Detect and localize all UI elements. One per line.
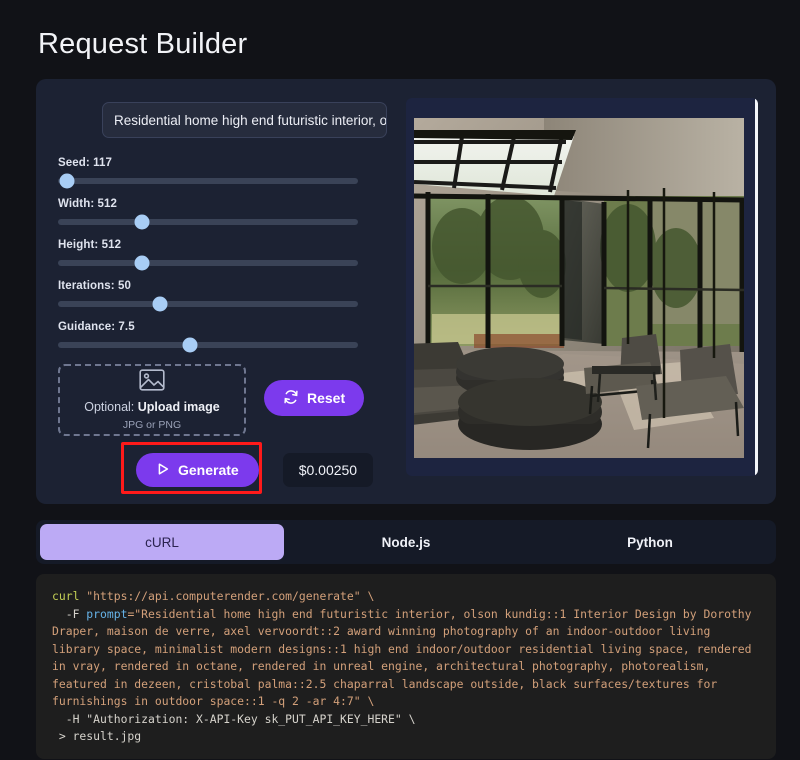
refresh-icon <box>283 389 299 408</box>
upload-action-label: Upload image <box>137 400 220 414</box>
slider-width[interactable] <box>58 214 358 230</box>
upload-label: Optional: Upload image <box>84 400 219 414</box>
upload-optional-prefix: Optional: <box>84 400 138 414</box>
code-output-line: > result.jpg <box>52 729 142 743</box>
upload-dropzone[interactable]: Optional: Upload image JPG or PNG <box>58 364 246 436</box>
language-tabs: cURL Node.js Python <box>36 520 776 564</box>
reset-button[interactable]: Reset <box>264 380 365 416</box>
upload-hint: JPG or PNG <box>122 419 182 431</box>
slider-thumb-height[interactable] <box>134 255 150 271</box>
generate-row: Generate $0.00250 <box>121 442 406 494</box>
slider-label-height: Height: 512 <box>58 239 122 251</box>
play-icon <box>156 462 170 479</box>
preview-column <box>406 95 758 488</box>
code-prompt-key: prompt <box>86 606 128 621</box>
slider-iterations[interactable] <box>58 296 358 312</box>
page-title: Request Builder <box>38 28 248 60</box>
slider-label-seed: Seed: 117 <box>58 157 112 169</box>
preview-scrollbar[interactable] <box>755 98 758 476</box>
slider-row-width: Width: 512 <box>58 198 406 230</box>
slider-height[interactable] <box>58 255 358 271</box>
tab-python[interactable]: Python <box>528 524 772 560</box>
code-header-line: -H "Authorization: X-API-Key sk_PUT_API_… <box>52 711 416 726</box>
slider-thumb-width[interactable] <box>134 214 150 230</box>
slider-row-seed: Seed: 117 <box>58 157 406 189</box>
slider-row-height: Height: 512 <box>58 239 406 271</box>
generate-button[interactable]: Generate <box>136 453 259 487</box>
upload-row: Optional: Upload image JPG or PNG Reset <box>58 364 406 436</box>
price-value: $0.00250 <box>298 462 358 478</box>
code-snippet[interactable]: curl "https://api.computerender.com/gene… <box>36 574 776 759</box>
slider-label-guidance: Guidance: 7.5 <box>58 321 135 333</box>
tab-curl[interactable]: cURL <box>40 524 284 560</box>
generate-button-label: Generate <box>178 462 239 478</box>
request-builder-page: Request Builder Residential home high en… <box>0 0 800 759</box>
builder-card: Residential home high end futuristic int… <box>36 79 776 504</box>
slider-thumb-iterations[interactable] <box>152 296 168 312</box>
slider-row-iterations: Iterations: 50 <box>58 280 406 312</box>
slider-guidance[interactable] <box>58 337 358 353</box>
tab-nodejs[interactable]: Node.js <box>284 524 528 560</box>
prompt-input[interactable]: Residential home high end futuristic int… <box>102 102 387 138</box>
code-flag-f: -F <box>52 606 87 621</box>
image-icon <box>139 369 165 396</box>
controls-column: Residential home high end futuristic int… <box>54 95 406 494</box>
price-badge: $0.00250 <box>282 453 374 487</box>
preview-frame <box>406 98 758 476</box>
slider-label-iterations: Iterations: 50 <box>58 280 131 292</box>
code-prompt-value: ="Residential home high end futuristic i… <box>52 606 759 709</box>
prompt-input-value: Residential home high end futuristic int… <box>114 112 387 128</box>
slider-seed[interactable] <box>58 173 358 189</box>
slider-thumb-guidance[interactable] <box>182 337 198 353</box>
generated-image-preview[interactable] <box>414 118 744 458</box>
slider-thumb-seed[interactable] <box>59 173 75 189</box>
code-command: curl <box>52 589 80 603</box>
sliders-group: Seed: 117 Width: 512 Height: 512 Iterati… <box>58 157 406 353</box>
slider-label-width: Width: 512 <box>58 198 118 210</box>
code-url: "https://api.computerender.com/generate"… <box>86 589 375 603</box>
reset-button-label: Reset <box>307 390 346 406</box>
slider-row-guidance: Guidance: 7.5 <box>58 321 406 353</box>
